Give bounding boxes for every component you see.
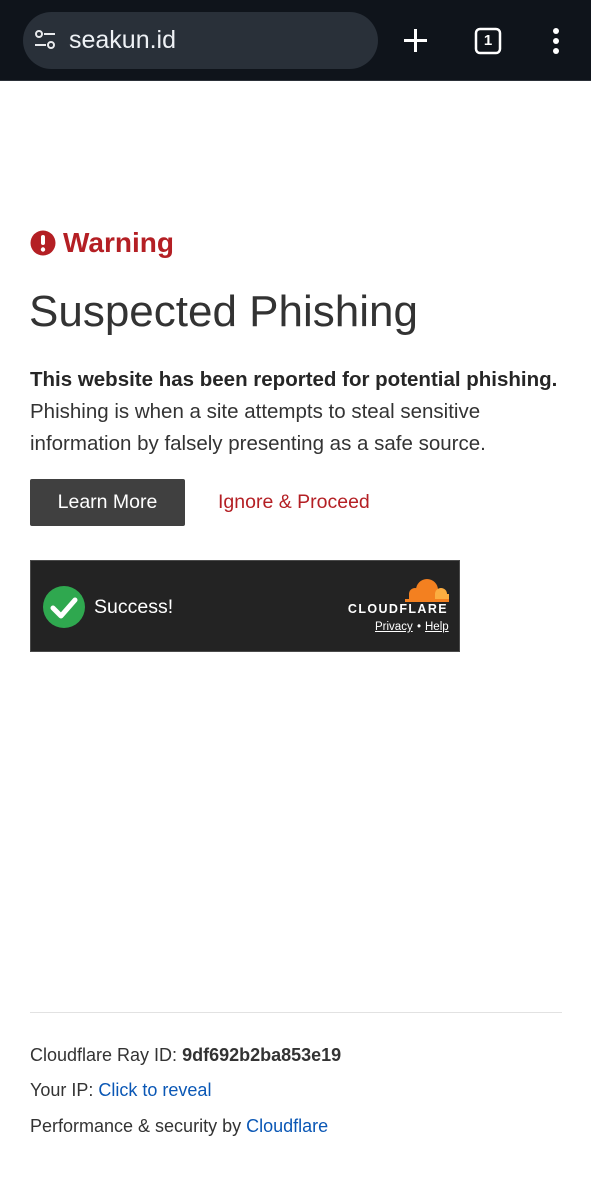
link-separator: •: [417, 621, 422, 633]
ray-id-line: Cloudflare Ray ID: 9df692b2ba853e19: [30, 1043, 341, 1067]
ray-id-value: 9df692b2ba853e19: [182, 1045, 342, 1065]
tune-icon[interactable]: [33, 28, 57, 52]
cloudflare-cloud-icon: [405, 579, 451, 603]
ray-id-label: Cloudflare Ray ID:: [30, 1045, 178, 1065]
browser-toolbar: seakun.id 1: [0, 0, 591, 81]
ignore-proceed-link[interactable]: Ignore & Proceed: [218, 489, 370, 515]
exclamation-circle-icon: [30, 230, 56, 256]
ip-label: Your IP:: [30, 1080, 94, 1100]
turnstile-widget: Success! CLOUDFLARE Privacy • Help: [30, 560, 460, 652]
description-bold: This website has been reported for poten…: [30, 368, 558, 391]
ip-line: Your IP: Click to reveal: [30, 1078, 211, 1102]
performance-label: Performance & security by: [30, 1116, 242, 1136]
cloudflare-wordmark: CLOUDFLARE: [347, 602, 448, 616]
tab-count[interactable]: 1: [474, 27, 502, 55]
help-link[interactable]: Help: [425, 620, 449, 634]
check-circle-icon: [43, 586, 85, 628]
phishing-description: This website has been reported for poten…: [30, 364, 570, 460]
learn-more-button[interactable]: Learn More: [30, 479, 185, 526]
url-text[interactable]: seakun.id: [69, 24, 176, 56]
more-vert-icon[interactable]: [551, 27, 561, 55]
performance-line: Performance & security by Cloudflare: [30, 1114, 328, 1138]
plus-icon[interactable]: [402, 27, 429, 54]
page-title: Suspected Phishing: [29, 287, 418, 336]
description-text: Phishing is when a site attempts to stea…: [30, 400, 486, 455]
reveal-ip-link[interactable]: Click to reveal: [98, 1080, 211, 1100]
privacy-link[interactable]: Privacy: [375, 620, 413, 634]
success-status: Success!: [94, 596, 174, 618]
footer-divider: [30, 1012, 562, 1013]
warning-label: Warning: [63, 227, 174, 258]
cloudflare-link[interactable]: Cloudflare: [246, 1116, 328, 1136]
